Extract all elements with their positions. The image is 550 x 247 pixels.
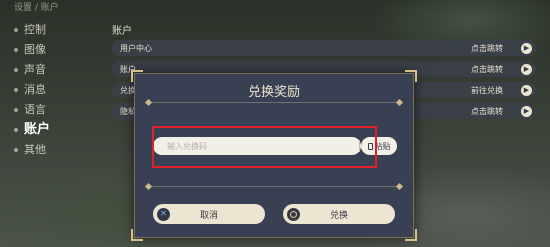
sidebar-item-label: 控制 xyxy=(24,23,46,36)
bullet-icon xyxy=(14,48,18,52)
row-action: 点击跳转 xyxy=(471,43,503,53)
sidebar-item-language[interactable]: 语言 xyxy=(14,100,94,120)
bullet-icon xyxy=(14,28,18,32)
redeem-dialog: 兑换奖励 粘贴 ✕ 取消 兑换 xyxy=(131,70,417,241)
arrow-right-icon[interactable]: ▶ xyxy=(521,105,532,117)
cancel-label: 取消 xyxy=(199,210,218,221)
bullet-icon xyxy=(14,108,18,112)
dialog-title: 兑换奖励 xyxy=(247,85,300,100)
redeem-button[interactable]: 兑换 xyxy=(283,204,395,224)
sidebar-item-controls[interactable]: 控制 xyxy=(14,20,94,40)
paste-button[interactable]: 粘贴 xyxy=(361,137,397,155)
sidebar-item-label: 消息 xyxy=(24,83,46,96)
bullet-icon xyxy=(14,148,18,152)
x-icon: ✕ xyxy=(157,207,170,221)
diamond-icon xyxy=(144,98,153,107)
arrow-right-icon[interactable]: ▶ xyxy=(521,63,532,75)
account-row[interactable]: 用户中心 点击跳转 ▶ xyxy=(112,40,536,56)
breadcrumb: 设置 / 账户 xyxy=(14,3,59,13)
row-action: 点击跳转 xyxy=(471,106,503,116)
arrow-right-icon[interactable]: ▶ xyxy=(521,42,532,54)
divider xyxy=(144,182,404,191)
circle-icon xyxy=(287,207,300,221)
bullet-icon xyxy=(14,128,18,132)
diamond-icon xyxy=(395,98,404,107)
row-action: 点击跳转 xyxy=(471,64,503,74)
arrow-right-icon[interactable]: ▶ xyxy=(521,84,532,96)
row-action: 前往兑换 xyxy=(471,85,503,95)
bullet-icon xyxy=(14,68,18,72)
diamond-icon xyxy=(395,182,404,191)
divider xyxy=(144,98,404,107)
sidebar-item-label: 账户 xyxy=(24,122,51,137)
corner-ornament-icon xyxy=(131,229,143,241)
sidebar-item-label: 其他 xyxy=(24,143,46,156)
clipboard-icon xyxy=(367,142,373,150)
row-label: 用户中心 xyxy=(120,43,152,53)
sidebar-item-label: 声音 xyxy=(24,63,46,76)
sidebar-item-label: 图像 xyxy=(24,43,46,56)
sidebar-item-messages[interactable]: 消息 xyxy=(14,80,94,100)
paste-label: 粘贴 xyxy=(374,141,391,151)
bullet-icon xyxy=(14,88,18,92)
sidebar-item-label: 语言 xyxy=(24,103,46,116)
redeem-label: 兑换 xyxy=(329,210,348,221)
settings-sidebar: 控制 图像 声音 消息 语言 账户 其他 xyxy=(14,20,94,160)
input-separator xyxy=(359,140,360,152)
section-title: 账户 xyxy=(112,26,132,37)
diamond-icon xyxy=(144,182,153,191)
sidebar-item-other[interactable]: 其他 xyxy=(14,140,94,160)
sidebar-item-audio[interactable]: 声音 xyxy=(14,60,94,80)
corner-ornament-icon xyxy=(405,229,417,241)
sidebar-item-account[interactable]: 账户 xyxy=(14,120,94,140)
redeem-code-input[interactable] xyxy=(153,137,361,155)
sidebar-item-graphics[interactable]: 图像 xyxy=(14,40,94,60)
cancel-button[interactable]: ✕ 取消 xyxy=(153,204,265,224)
